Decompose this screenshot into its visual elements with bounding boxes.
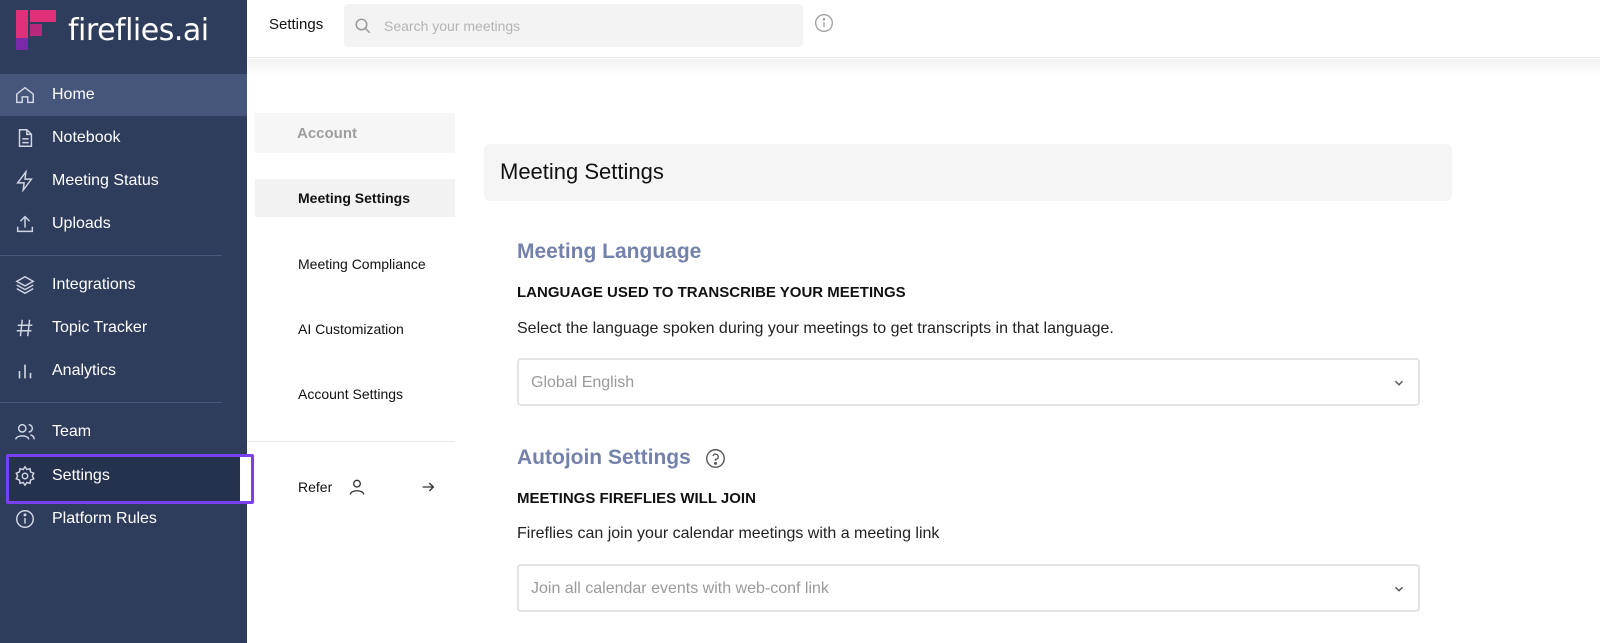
user-icon xyxy=(349,479,365,495)
sidebar-item-topic-tracker[interactable]: Topic Tracker xyxy=(0,307,247,349)
sidebar-item-label: Team xyxy=(52,423,92,440)
info-icon xyxy=(16,510,34,528)
sidebar-item-label: Meeting Status xyxy=(52,172,159,189)
sidebar-item-label: Platform Rules xyxy=(52,510,157,527)
page-title: Settings xyxy=(269,16,324,33)
chevron-down-icon xyxy=(1394,586,1404,592)
sidebar-item-platform-rules[interactable]: Platform Rules xyxy=(0,498,247,540)
language-select-value: Global English xyxy=(531,374,635,391)
sidebar-divider xyxy=(0,255,222,256)
submenu-item-meeting-settings[interactable]: Meeting Settings xyxy=(255,179,455,217)
language-select[interactable]: Global English xyxy=(517,358,1420,406)
refer-label: Refer xyxy=(298,479,333,495)
autojoin-settings-title-text: Autojoin Settings xyxy=(517,446,691,469)
section-header-title: Meeting Settings xyxy=(500,159,664,184)
search-icon xyxy=(355,18,371,34)
refer-link[interactable]: Refer xyxy=(255,472,455,502)
users-icon xyxy=(15,423,35,440)
brand-name: fireflies.ai xyxy=(68,12,209,48)
document-icon xyxy=(18,129,33,147)
meeting-language-label: LANGUAGE USED TO TRANSCRIBE YOUR MEETING… xyxy=(517,284,906,301)
settings-selection-outline xyxy=(6,454,254,504)
sidebar-item-analytics[interactable]: Analytics xyxy=(0,350,247,392)
sidebar-item-home[interactable]: Home xyxy=(0,74,247,116)
chevron-down-icon xyxy=(1394,380,1404,386)
meeting-language-description: Select the language spoken during your m… xyxy=(517,320,1114,337)
sidebar-item-team[interactable]: Team xyxy=(0,411,247,453)
layers-icon xyxy=(15,275,35,295)
sidebar-item-label: Home xyxy=(52,86,95,103)
autojoin-label: MEETINGS FIREFLIES WILL JOIN xyxy=(517,490,756,507)
sidebar-item-uploads[interactable]: Uploads xyxy=(0,203,247,245)
sidebar-item-label: Uploads xyxy=(52,215,111,232)
sidebar-item-notebook[interactable]: Notebook xyxy=(0,117,247,159)
lightning-icon xyxy=(16,170,33,192)
sidebar-item-meeting-status[interactable]: Meeting Status xyxy=(0,160,247,202)
meeting-language-title: Meeting Language xyxy=(517,240,701,264)
submenu-group-account: Account xyxy=(255,113,455,153)
section-header: Meeting Settings xyxy=(484,144,1452,201)
submenu-item-label: Meeting Compliance xyxy=(298,256,426,272)
submenu-item-ai-customization[interactable]: AI Customization xyxy=(255,310,455,348)
search-input[interactable]: Search your meetings xyxy=(344,4,803,47)
top-bar-shadow xyxy=(247,59,1600,77)
sidebar-item-label: Analytics xyxy=(52,362,117,379)
sidebar-divider xyxy=(0,402,222,403)
submenu-group-label: Account xyxy=(297,125,357,142)
arrow-right-icon xyxy=(422,482,435,492)
submenu-item-account-settings[interactable]: Account Settings xyxy=(255,375,455,413)
submenu-item-label: AI Customization xyxy=(298,321,404,337)
sidebar-item-label: Topic Tracker xyxy=(52,319,148,336)
sidebar-item-label: Notebook xyxy=(52,129,121,146)
top-bar: Settings Search your meetings xyxy=(247,0,1600,58)
autojoin-select[interactable]: Join all calendar events with web-conf l… xyxy=(517,564,1420,612)
upload-icon xyxy=(16,215,34,233)
submenu-item-label: Account Settings xyxy=(298,386,404,402)
help-icon[interactable] xyxy=(705,448,726,469)
submenu-item-meeting-compliance[interactable]: Meeting Compliance xyxy=(255,245,455,283)
hashtag-icon xyxy=(16,319,33,337)
submenu-divider xyxy=(247,441,455,442)
meeting-language-title-text: Meeting Language xyxy=(517,240,702,263)
submenu-item-label: Meeting Settings xyxy=(298,190,411,206)
brand-logo[interactable]: fireflies.ai xyxy=(16,8,209,52)
bar-chart-icon xyxy=(18,364,32,379)
autojoin-select-value: Join all calendar events with web-conf l… xyxy=(531,580,829,597)
sidebar-item-label: Integrations xyxy=(52,276,136,293)
info-icon[interactable] xyxy=(814,13,834,33)
autojoin-description: Fireflies can join your calendar meeting… xyxy=(517,525,940,542)
sidebar: fireflies.ai Home Notebook Meeting Statu… xyxy=(0,0,254,643)
search-placeholder: Search your meetings xyxy=(384,18,521,34)
home-icon xyxy=(16,86,34,104)
autojoin-settings-title: Autojoin Settings xyxy=(517,446,726,470)
fireflies-logo-icon xyxy=(16,10,56,50)
sidebar-item-integrations[interactable]: Integrations xyxy=(0,264,247,306)
